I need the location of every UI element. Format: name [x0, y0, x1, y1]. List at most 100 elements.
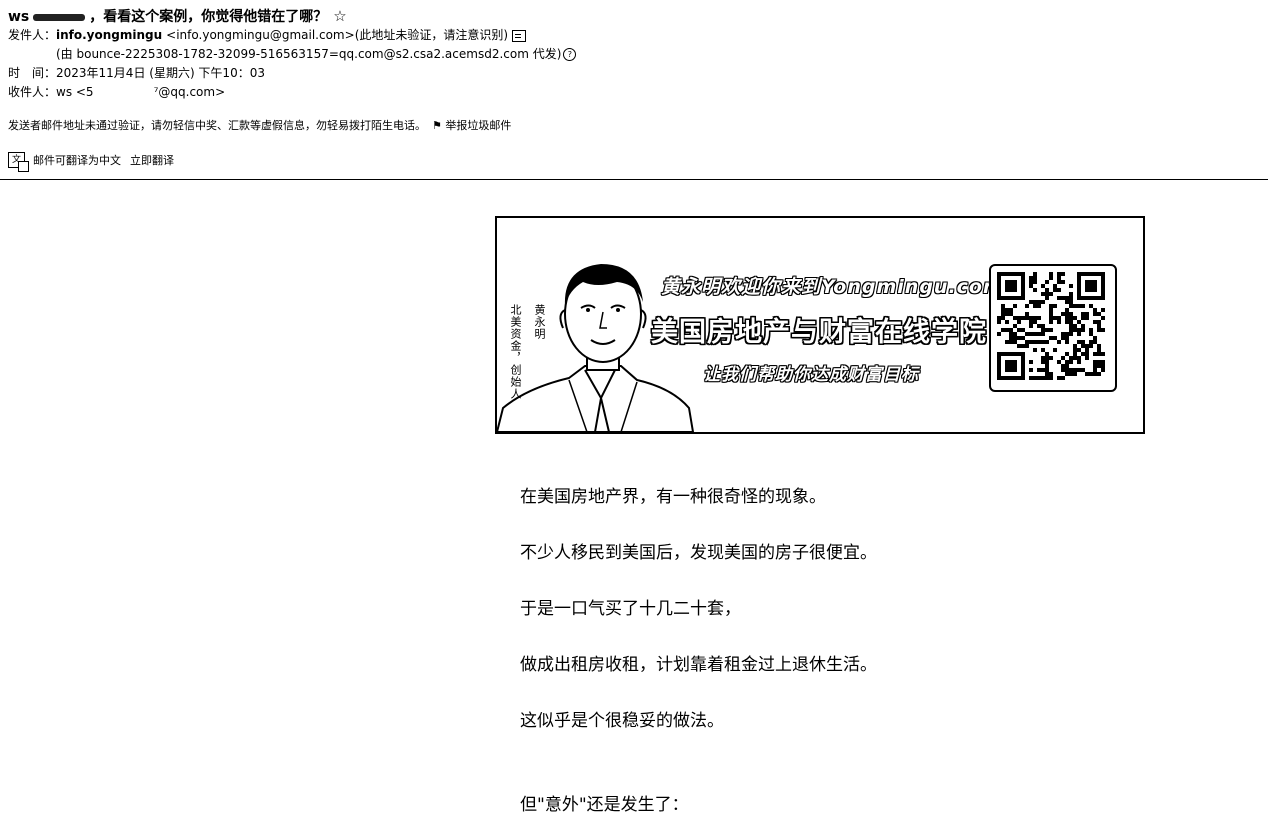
qr-module — [1017, 344, 1021, 348]
qr-module — [1049, 272, 1053, 276]
qr-module — [1009, 336, 1013, 340]
qr-module — [1029, 320, 1033, 324]
translate-now-button[interactable]: 立即翻译 — [130, 152, 174, 168]
qr-module — [1097, 352, 1101, 356]
qr-module — [1073, 316, 1077, 320]
qr-module — [1057, 296, 1061, 300]
qr-module — [1041, 348, 1045, 352]
qr-module — [1085, 348, 1089, 352]
qr-module — [1057, 316, 1061, 320]
recipient-start[interactable]: ws <5 — [56, 85, 94, 99]
qr-module — [1045, 368, 1049, 372]
translate-hint: 邮件可翻译为中文 — [33, 154, 121, 167]
body-paragraph: 在美国房地产界，有一种很奇怪的现象。 — [520, 487, 826, 507]
qr-module — [1085, 356, 1089, 360]
sent-via-text: (由 bounce-2225308-1782-32099-516563157=q… — [56, 47, 562, 61]
qr-code[interactable] — [989, 264, 1117, 392]
qr-module — [1073, 348, 1077, 352]
body-paragraph: 做成出租房收租，计划靠着租金过上退休生活。 — [520, 655, 877, 675]
sender-address[interactable]: <info.yongmingu@gmail.com> — [166, 28, 355, 42]
qr-module — [1049, 316, 1053, 320]
qr-module — [1069, 332, 1073, 336]
qr-module — [1073, 352, 1077, 356]
qr-module — [1097, 312, 1101, 316]
promo-banner[interactable]: 黄永明 北美资金，创始人 黄永明欢迎你来到Yongmingu.com 美国房地产… — [495, 216, 1145, 434]
qr-module — [1029, 332, 1033, 336]
qr-module — [1053, 304, 1057, 308]
star-icon[interactable]: ☆ — [333, 7, 346, 25]
qr-module — [1037, 376, 1041, 380]
redaction-mark — [33, 13, 86, 21]
qr-module — [1073, 372, 1077, 376]
qr-module — [1065, 364, 1069, 368]
via-row: (由 bounce-2225308-1782-32099-516563157=q… — [8, 45, 1260, 64]
qr-module — [1081, 368, 1085, 372]
body-paragraph: 这似乎是个很稳妥的做法。 — [520, 711, 724, 731]
qr-module — [1001, 308, 1005, 312]
qr-module — [1069, 292, 1073, 296]
qr-module — [1045, 296, 1049, 300]
qr-module — [1053, 288, 1057, 292]
qr-module — [1025, 344, 1029, 348]
qr-module — [1029, 376, 1033, 380]
qr-module — [1013, 316, 1017, 320]
translate-bar: 文邮件可翻译为中文 立即翻译 — [8, 152, 174, 172]
report-spam-link[interactable]: ⚑ 举报垃圾邮件 — [432, 119, 511, 132]
qr-module — [1013, 304, 1017, 308]
qr-module — [1029, 360, 1033, 364]
qr-module — [1081, 304, 1085, 308]
qr-module — [1061, 312, 1065, 316]
qr-module — [1057, 376, 1061, 380]
qr-module — [1093, 340, 1097, 344]
qr-module — [997, 332, 1001, 336]
qr-code-icon — [997, 272, 1105, 380]
qr-module — [1029, 300, 1033, 304]
qr-module — [1097, 360, 1101, 364]
body-paragraph: 不少人移民到美国后，发现美国的房子很便宜。 — [520, 543, 877, 563]
email-header: ws ，看看这个案例，你觉得他错在了哪？ ☆ 发件人：info.yongmingu <… — [8, 6, 1260, 172]
qr-module — [1081, 340, 1085, 344]
qr-module — [1101, 308, 1105, 312]
qr-module — [1101, 360, 1105, 364]
qr-module — [1089, 332, 1093, 336]
qr-module — [1065, 296, 1069, 300]
qr-finder — [1005, 360, 1017, 372]
qr-module — [1077, 328, 1081, 332]
qr-module — [1025, 340, 1029, 344]
qr-module — [1069, 296, 1073, 300]
qr-module — [1065, 316, 1069, 320]
qr-module — [1069, 324, 1073, 328]
qr-module — [1005, 308, 1009, 312]
qr-module — [1013, 324, 1017, 328]
qr-module — [1065, 368, 1069, 372]
qr-module — [1017, 328, 1021, 332]
qr-module — [1037, 316, 1041, 320]
qr-module — [1069, 328, 1073, 332]
qr-module — [1093, 368, 1097, 372]
from-label: 发件人： — [8, 28, 57, 42]
contact-card-icon[interactable] — [512, 29, 527, 42]
qr-module — [1077, 356, 1081, 360]
qr-module — [1097, 324, 1101, 328]
qr-module — [1045, 372, 1049, 376]
qr-module — [1093, 360, 1097, 364]
qr-module — [1037, 332, 1041, 336]
qr-module — [1041, 292, 1045, 296]
recipient-end[interactable]: ⁷@qq.com> — [154, 85, 226, 99]
qr-module — [1073, 368, 1077, 372]
qr-module — [1097, 372, 1101, 376]
qr-module — [1045, 328, 1049, 332]
qr-finder — [1005, 280, 1017, 292]
qr-module — [1061, 368, 1065, 372]
help-icon[interactable]: ? — [563, 48, 577, 61]
qr-module — [1097, 348, 1101, 352]
qr-module — [1013, 340, 1017, 344]
qr-module — [1077, 340, 1081, 344]
qr-module — [1013, 332, 1017, 336]
qr-module — [1069, 372, 1073, 376]
qr-module — [1069, 316, 1073, 320]
qr-module — [1073, 324, 1077, 328]
qr-module — [1005, 340, 1009, 344]
sender-name[interactable]: info.yongmingu — [56, 28, 162, 42]
qr-module — [1041, 328, 1045, 332]
